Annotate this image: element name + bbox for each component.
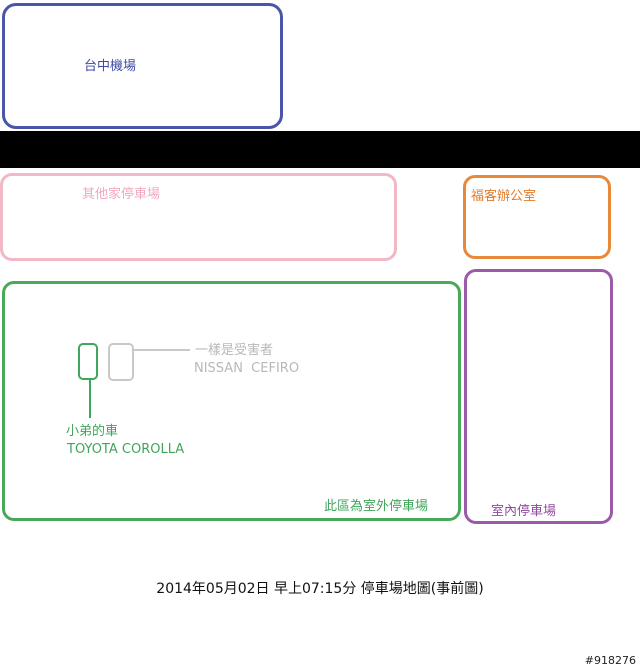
zone-airport-label: 台中機場 [84,59,137,74]
car-other-leader-line [134,349,190,351]
map-caption: 2014年05月02日 早上07:15分 停車場地圖(事前圖) [156,581,484,597]
zone-outdoor-lot-label: 此區為室外停車場 [324,499,429,514]
car-other-marker [108,343,134,381]
car-brother-model: TOYOTA COROLLA [67,442,185,457]
zone-other-lot-label: 其他家停車場 [82,187,161,202]
car-other-label: 一樣是受害者 [195,343,274,358]
car-brother-leader-line [89,380,91,418]
zone-service-office-label: 福客辦公室 [471,189,537,204]
car-brother-label: 小弟的車 [66,424,119,439]
redaction-bar [0,131,640,168]
zone-outdoor-lot: 此區為室外停車場 [2,281,461,521]
zone-airport: 台中機場 [2,3,283,129]
zone-service-office: 福客辦公室 [463,175,611,259]
zone-other-lot: 其他家停車場 [0,173,397,261]
car-other-model: NISSAN CEFIRO [194,361,300,376]
watermark: #918276 [584,654,636,667]
zone-indoor-lot-label: 室內停車場 [491,504,557,519]
car-brother-marker [78,343,98,380]
zone-indoor-lot: 室內停車場 [464,269,613,524]
